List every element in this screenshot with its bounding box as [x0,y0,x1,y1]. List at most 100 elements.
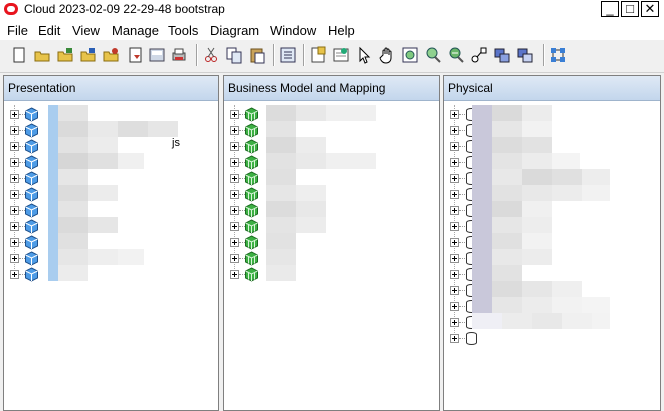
paste-button[interactable] [248,46,266,64]
expand-toggle[interactable] [230,222,239,231]
open-icon [34,51,50,62]
expand-toggle[interactable] [230,206,239,215]
expand-toggle[interactable] [450,126,459,135]
expand-toggle[interactable] [10,158,19,167]
select-button[interactable] [355,46,373,64]
expand-toggle[interactable] [10,190,19,199]
zoom-fit-button[interactable] [401,46,419,64]
business-model-icon [245,155,258,170]
business-model-icon [245,107,258,122]
redacted-node-label [522,233,552,249]
hierarchy-button[interactable] [516,46,534,64]
cut-button[interactable] [202,46,220,64]
expand-toggle[interactable] [450,318,459,327]
expand-toggle[interactable] [10,222,19,231]
expand-toggle[interactable] [10,238,19,247]
pan-button[interactable] [378,46,396,64]
menu-view[interactable]: View [72,23,100,38]
expand-toggle[interactable] [230,126,239,135]
redacted-node-label [296,153,326,169]
expand-toggle[interactable] [230,142,239,151]
complex-join-button[interactable] [493,46,511,64]
expand-toggle[interactable] [230,158,239,167]
close-button[interactable]: ✕ [641,1,659,17]
tree-node[interactable] [224,187,439,203]
redacted-node-label [266,169,296,185]
save-button[interactable] [102,46,120,64]
expand-toggle[interactable] [10,206,19,215]
import-button[interactable] [127,46,145,64]
redacted-node-label [522,169,552,185]
properties-button[interactable] [309,46,327,64]
join-button[interactable] [470,46,488,64]
menu-edit[interactable]: Edit [38,23,60,38]
layout-button[interactable] [549,46,567,64]
expand-toggle[interactable] [230,190,239,199]
properties-icon [311,46,326,63]
expand-toggle[interactable] [450,334,459,343]
open-online-icon [80,48,96,62]
open-button[interactable] [33,46,51,64]
expand-toggle[interactable] [450,238,459,247]
tree-node[interactable] [224,251,439,267]
expand-toggle[interactable] [10,254,19,263]
zoom-in-button[interactable] [424,46,442,64]
print-button[interactable] [170,46,188,64]
expand-toggle[interactable] [230,174,239,183]
tree-node[interactable] [224,235,439,251]
menu-tools[interactable]: Tools [168,23,198,38]
expand-toggle[interactable] [10,174,19,183]
menu-file[interactable]: File [7,23,28,38]
layout-icon [551,48,565,62]
business-model-icon [245,171,258,186]
menu-diagram[interactable]: Diagram [210,23,259,38]
open-online-button[interactable] [79,46,97,64]
tree-node[interactable] [224,123,439,139]
expand-toggle[interactable] [450,206,459,215]
expand-toggle[interactable] [450,270,459,279]
business-model-header: Business Model and Mapping [224,76,439,101]
minimize-button[interactable]: _ [601,1,619,17]
tree-node[interactable] [224,203,439,219]
query-log-button[interactable] [279,46,297,64]
redacted-node-label [266,137,296,153]
redacted-node-label [88,249,118,265]
expand-toggle[interactable] [450,142,459,151]
expand-toggle[interactable] [450,174,459,183]
expand-toggle[interactable] [230,110,239,119]
menu-manage[interactable]: Manage [112,23,159,38]
copy-button[interactable] [225,46,243,64]
expand-toggle[interactable] [230,254,239,263]
tree-node[interactable] [444,331,660,347]
expand-toggle[interactable] [10,270,19,279]
zoom-out-button[interactable] [447,46,465,64]
expand-toggle[interactable] [10,110,19,119]
business-model-icon [245,267,258,282]
expand-toggle[interactable] [230,238,239,247]
menu-window[interactable]: Window [270,23,316,38]
expand-toggle[interactable] [450,254,459,263]
maximize-button[interactable]: □ [621,1,639,17]
tree-node[interactable] [4,267,218,283]
expand-toggle[interactable] [450,110,459,119]
redacted-node-label [492,201,522,217]
new-button[interactable] [10,46,28,64]
tree-node[interactable] [224,171,439,187]
expand-toggle[interactable] [450,158,459,167]
tree-node[interactable] [224,267,439,283]
open-offline-button[interactable] [56,46,74,64]
expand-toggle[interactable] [230,270,239,279]
expand-toggle[interactable] [450,302,459,311]
expand-toggle[interactable] [450,286,459,295]
import-icon [129,47,142,63]
expand-toggle[interactable] [10,142,19,151]
expand-toggle[interactable] [450,190,459,199]
expand-toggle[interactable] [10,126,19,135]
expand-toggle[interactable] [450,222,459,231]
open-offline-icon [57,48,73,62]
tree-node[interactable] [224,219,439,235]
menu-help[interactable]: Help [328,23,355,38]
show-consistency-button[interactable] [332,46,350,64]
check-consistency-button[interactable] [148,46,166,64]
redacted-node-label [58,137,88,153]
